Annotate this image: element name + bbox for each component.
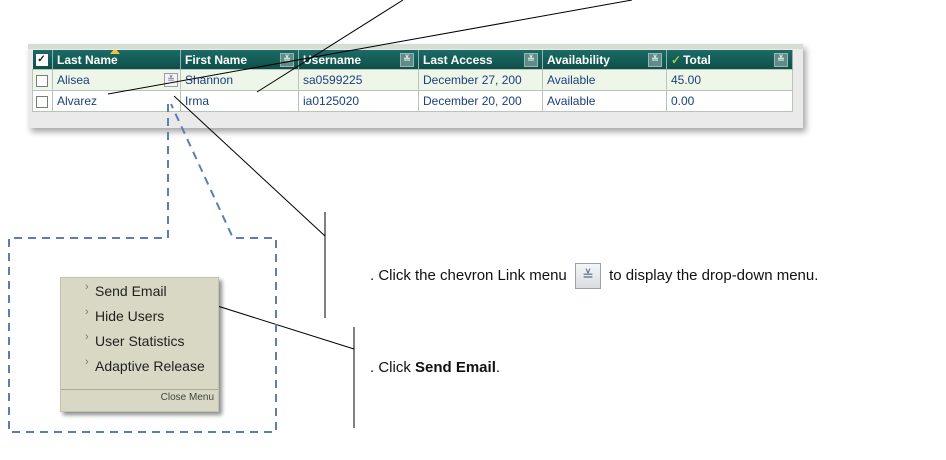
last-name-cell: Alvarez bbox=[52, 90, 181, 112]
cell-value: 45.00 bbox=[671, 73, 702, 87]
select-all-checkbox[interactable]: ✓ bbox=[35, 54, 48, 67]
chevron-right-icon: › bbox=[85, 331, 89, 343]
column-header-availability[interactable]: Availability ≚ bbox=[542, 50, 667, 70]
cell-value: ia0125020 bbox=[303, 94, 360, 108]
row-checkbox[interactable] bbox=[36, 95, 48, 108]
row-select-cell bbox=[32, 90, 53, 112]
cell-value: Shannon bbox=[185, 73, 234, 87]
availability-cell: Available bbox=[542, 69, 667, 91]
chevron-right-icon: › bbox=[85, 356, 89, 368]
table-row: Alisea ≚ Shannon sa0599225 December 27, … bbox=[32, 69, 793, 91]
instruction-text: . Click the chevron Link menu bbox=[370, 266, 567, 284]
username-cell: sa0599225 bbox=[298, 69, 419, 91]
close-menu-link[interactable]: Close Menu bbox=[161, 392, 214, 403]
total-cell[interactable]: 0.00 bbox=[666, 90, 793, 112]
chevron-down-icon[interactable]: ≚ bbox=[774, 53, 788, 67]
row-select-cell bbox=[32, 69, 53, 91]
column-header-last-access[interactable]: Last Access ≚ bbox=[418, 50, 543, 70]
cell-value: Alisea bbox=[57, 73, 90, 87]
cell-value: Available bbox=[547, 73, 596, 87]
menu-item-label: Send Email bbox=[95, 283, 167, 299]
menu-divider bbox=[61, 389, 218, 390]
last-name-cell: Alisea ≚ bbox=[52, 69, 181, 91]
instruction-step-2: . Click Send Email. bbox=[370, 359, 500, 376]
cell-value: December 27, 200 bbox=[423, 73, 522, 87]
chevron-link-menu-icon: ≚ bbox=[574, 263, 601, 289]
last-access-cell: December 27, 200 bbox=[418, 69, 543, 91]
menu-item-send-email[interactable]: › Send Email bbox=[61, 280, 213, 304]
check-icon: ✓ bbox=[671, 52, 682, 67]
cell-value: 0.00 bbox=[671, 94, 695, 108]
cell-value: Irma bbox=[185, 94, 209, 108]
table-row: Alvarez Irma ia0125020 December 20, 200 … bbox=[32, 90, 793, 112]
chevron-dropdown-menu: › Send Email › Hide Users › User Statist… bbox=[60, 277, 219, 412]
menu-item-user-statistics[interactable]: › User Statistics bbox=[61, 330, 213, 354]
menu-item-label: User Statistics bbox=[95, 333, 185, 349]
column-header-last-name[interactable]: Last Name bbox=[52, 50, 181, 70]
cell-value: December 20, 200 bbox=[423, 94, 522, 108]
column-label: Last Name bbox=[57, 52, 118, 67]
chevron-right-icon: › bbox=[85, 306, 89, 318]
first-name-cell: Irma bbox=[180, 90, 299, 112]
instruction-text: to display the drop-down menu. bbox=[609, 266, 819, 284]
instruction-text: . Click bbox=[370, 359, 415, 376]
chevron-down-icon[interactable]: ≚ bbox=[524, 53, 538, 67]
username-cell: ia0125020 bbox=[298, 90, 419, 112]
grid-top-border bbox=[28, 44, 803, 49]
table-header-row: ✓ Last Name First Name ≚ Username ≚ Last… bbox=[32, 50, 793, 70]
chevron-down-icon[interactable]: ≚ bbox=[400, 53, 414, 67]
menu-item-hide-users[interactable]: › Hide Users bbox=[61, 305, 213, 329]
availability-cell: Available bbox=[542, 90, 667, 112]
column-label: First Name bbox=[185, 52, 248, 67]
cell-value: sa0599225 bbox=[303, 73, 363, 87]
column-header-first-name[interactable]: First Name ≚ bbox=[180, 50, 299, 70]
menu-item-adaptive-release[interactable]: › Adaptive Release bbox=[61, 355, 213, 379]
total-cell[interactable]: 45.00 bbox=[666, 69, 793, 91]
column-label: Last Access bbox=[423, 52, 493, 67]
menu-item-label: Hide Users bbox=[95, 308, 165, 324]
cell-value: Alvarez bbox=[57, 94, 98, 108]
column-label: Total bbox=[683, 52, 711, 67]
column-header-total[interactable]: ✓ Total ≚ bbox=[666, 50, 793, 70]
chevron-down-icon[interactable]: ≚ bbox=[648, 53, 662, 67]
sort-ascending-icon bbox=[110, 50, 120, 54]
first-name-cell: Shannon bbox=[180, 69, 299, 91]
cell-value: Available bbox=[547, 94, 596, 108]
grade-center-grid: ✓ Last Name First Name ≚ Username ≚ Last… bbox=[28, 44, 803, 128]
user-table: ✓ Last Name First Name ≚ Username ≚ Last… bbox=[32, 50, 793, 112]
column-header-username[interactable]: Username ≚ bbox=[298, 50, 419, 70]
chevron-down-icon[interactable]: ≚ bbox=[280, 53, 294, 67]
menu-item-label: Adaptive Release bbox=[95, 358, 205, 374]
column-label: Username bbox=[303, 52, 362, 67]
instruction-text: . bbox=[495, 359, 501, 376]
column-label: Availability bbox=[547, 52, 610, 67]
select-all-header: ✓ bbox=[32, 50, 53, 70]
last-access-cell: December 20, 200 bbox=[418, 90, 543, 112]
instruction-emphasis: Send Email bbox=[415, 359, 496, 376]
instruction-step-1: . Click the chevron Link menu ≚ to displ… bbox=[370, 263, 818, 289]
chevron-right-icon: › bbox=[85, 281, 89, 293]
row-checkbox[interactable] bbox=[36, 74, 48, 87]
chevron-link-menu-icon[interactable]: ≚ bbox=[164, 73, 178, 87]
